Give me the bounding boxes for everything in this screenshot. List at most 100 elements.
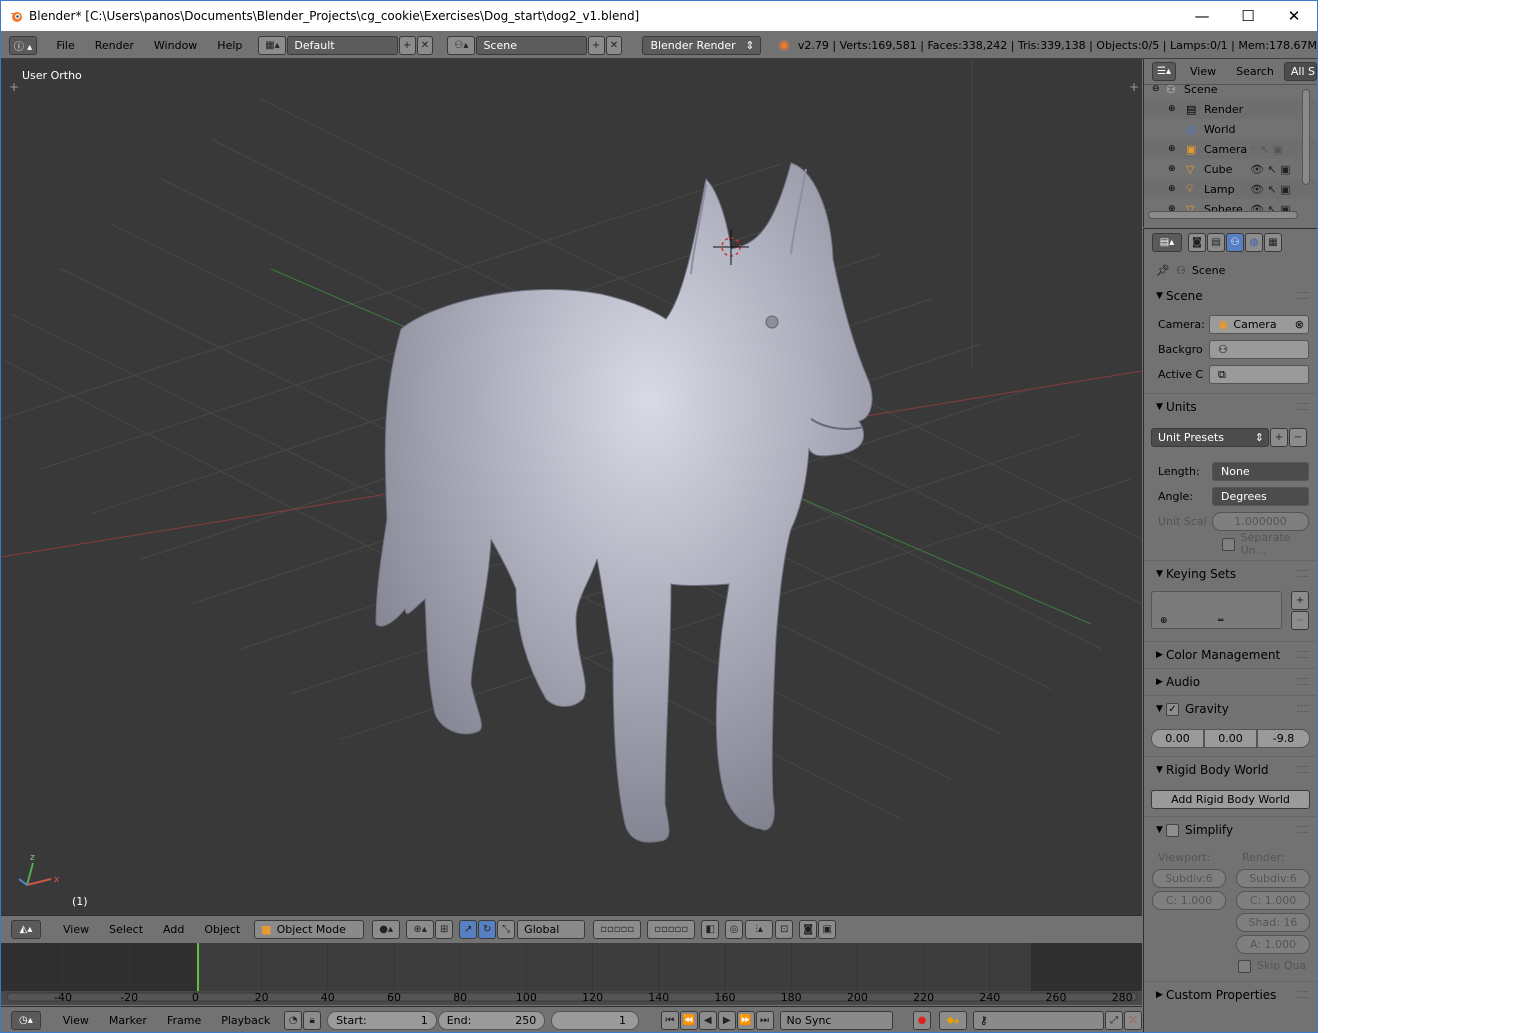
gravity-checkbox[interactable]: ✓ [1166, 702, 1179, 716]
background-field[interactable]: ⚇ [1209, 340, 1309, 359]
add-scene-icon[interactable]: + [587, 35, 605, 55]
panel-grip-icon[interactable] [1297, 826, 1309, 833]
keying-icon[interactable]: ◆▴ [938, 1011, 967, 1030]
play-reverse-icon[interactable]: ◀ [698, 1011, 717, 1030]
panel-custom-properties-header[interactable]: ▶ Custom Properties [1144, 984, 1317, 1006]
panel-keying-sets-header[interactable]: ▼ Keying Sets [1144, 563, 1317, 585]
editor-type-info-icon[interactable]: ⓘ ▴ [9, 35, 38, 55]
sync-mode-dropdown[interactable]: No Sync [779, 1011, 893, 1030]
scene-layers-2-icon[interactable]: ▫▫▫▫▫ [647, 920, 696, 939]
insert-keyframe-icon[interactable]: ⤢ [1105, 1011, 1124, 1030]
proportional-edit-icon[interactable]: ◎ [725, 920, 744, 939]
outliner-row-lamp[interactable]: ⊕ 💡︎ Lamp 👁︎ ↖ ▣ [1144, 179, 1317, 199]
editor-type-3d-icon[interactable]: ◭▴ [11, 920, 41, 939]
start-frame-field[interactable]: Start: 1 [327, 1011, 437, 1030]
unit-scale-field[interactable]: 1.000000 [1212, 512, 1309, 531]
world-tab-icon[interactable]: ◍ [1245, 232, 1263, 252]
separate-units-checkbox[interactable] [1222, 537, 1235, 551]
play-icon[interactable]: ▶ [717, 1011, 736, 1030]
menu-frame[interactable]: Frame [157, 1014, 211, 1027]
resize-handle-icon[interactable]: ⊕ [1160, 616, 1168, 626]
dog-mesh[interactable] [375, 162, 873, 843]
menu-view[interactable]: View [53, 923, 99, 936]
interaction-mode-dropdown[interactable]: ■ Object Mode [254, 920, 365, 939]
panel-units-header[interactable]: ▼ Units [1144, 396, 1317, 418]
panel-grip-icon[interactable] [1297, 766, 1309, 773]
keying-sets-list[interactable]: ⊕ ═ [1151, 591, 1282, 629]
panel-color-management-header[interactable]: ▶ Color Management [1144, 644, 1317, 666]
remove-scene-icon[interactable]: ✕ [605, 35, 623, 55]
gravity-z-field[interactable]: -9.8 [1257, 729, 1310, 748]
outliner-row-scene[interactable]: ⊖ ⚇ Scene [1144, 79, 1317, 99]
length-dropdown[interactable]: None [1212, 462, 1309, 481]
jump-keyframe-forward-icon[interactable]: ⏩ [736, 1011, 755, 1030]
transform-orientation-dropdown[interactable]: Global [517, 920, 586, 939]
visibility-icon[interactable]: 👁︎ ↖ ▣ [1250, 183, 1291, 196]
panel-scene-header[interactable]: ▼ Scene [1144, 285, 1317, 307]
outliner-vertical-scrollbar[interactable] [1302, 89, 1310, 185]
close-button[interactable]: ✕ [1271, 1, 1317, 31]
timeline-editor[interactable]: -40 -20 0 20 40 60 80 100 120 140 160 180 200 220 240 2… [1, 943, 1142, 1005]
outliner-editor[interactable]: ☰▴ View Search All S ⊖ ⚇ Scene ⊕ ▤ Render ◍ W… [1143, 59, 1317, 227]
render-layers-tab-icon[interactable]: ▤ [1207, 232, 1225, 252]
scene-dropdown[interactable]: Scene [476, 35, 587, 55]
menu-marker[interactable]: Marker [99, 1014, 157, 1027]
add-rigid-body-world-button[interactable]: Add Rigid Body World [1151, 790, 1310, 809]
simplify-checkbox[interactable] [1166, 823, 1179, 837]
maximize-button[interactable]: ☐ [1225, 1, 1271, 31]
remove-keying-set-icon[interactable]: − [1291, 611, 1309, 630]
pivot-point-icon[interactable]: ⊕▴ [406, 920, 435, 939]
manipulator-toggle-icon[interactable]: ⊞ [435, 920, 454, 939]
menu-help[interactable]: Help [207, 39, 252, 52]
jump-end-icon[interactable]: ⏭ [755, 1011, 774, 1030]
add-layout-icon[interactable]: + [398, 35, 416, 55]
camera-field[interactable]: ▣ Camera ⊗ [1209, 315, 1309, 334]
gravity-x-field[interactable]: 0.00 [1151, 729, 1204, 748]
render-ao-sss-field[interactable]: A: 1.000 [1236, 935, 1310, 954]
screen-layout-icon[interactable]: ▦▴ [258, 35, 287, 55]
menu-select[interactable]: Select [99, 923, 153, 936]
panel-audio-header[interactable]: ▶ Audio [1144, 671, 1317, 693]
panel-simplify-header[interactable]: ▼ Simplify [1144, 819, 1317, 841]
jump-keyframe-back-icon[interactable]: ⏪ [679, 1011, 698, 1030]
angle-dropdown[interactable]: Degrees [1212, 487, 1309, 506]
panel-gravity-header[interactable]: ▼ ✓ Gravity [1144, 698, 1317, 720]
texture-tab-icon[interactable]: ▦ [1264, 232, 1282, 252]
record-icon[interactable]: ● [912, 1011, 931, 1030]
panel-grip-icon[interactable] [1297, 403, 1309, 410]
scale-manipulator-icon[interactable]: ⤡ [497, 920, 516, 939]
current-frame-field[interactable]: 1 [551, 1011, 639, 1030]
jump-start-icon[interactable]: ⏮ [660, 1011, 679, 1030]
viewport-shading-icon[interactable]: ●▴ [372, 920, 401, 939]
expand-tools-icon[interactable]: + [9, 80, 19, 94]
outliner-menu-search[interactable]: Search [1226, 65, 1284, 78]
snap-element-icon[interactable]: ⫶▴ [745, 920, 774, 939]
scene-layers-icon[interactable]: ▫▫▫▫▫ [593, 920, 642, 939]
3d-viewport[interactable]: + + User Ortho (1) x z [1, 59, 1142, 915]
gravity-y-field[interactable]: 0.00 [1204, 729, 1257, 748]
menu-playback[interactable]: Playback [211, 1014, 280, 1027]
render-animation-icon[interactable]: ▣ [818, 920, 837, 939]
translate-manipulator-icon[interactable]: ↗ [459, 920, 478, 939]
delete-keyframe-icon[interactable]: ⤫ [1124, 1011, 1143, 1030]
lock-range-icon[interactable]: 🔒︎ [303, 1011, 322, 1030]
snap-target-icon[interactable]: ⊡ [775, 920, 794, 939]
viewport-child-particles-field[interactable]: C: 1.000 [1152, 891, 1226, 910]
keying-set-field[interactable]: ⚷ [972, 1011, 1105, 1030]
panel-grip-icon[interactable] [1297, 570, 1309, 577]
skip-quad-checkbox[interactable] [1238, 959, 1251, 973]
panel-grip-icon[interactable] [1297, 651, 1309, 658]
unit-presets-dropdown[interactable]: Unit Presets ⇕ [1151, 428, 1269, 447]
render-shadow-samples-field[interactable]: Shad: 16 [1236, 913, 1310, 932]
panel-grip-icon[interactable] [1297, 292, 1309, 299]
add-keying-set-icon[interactable]: + [1291, 591, 1309, 610]
clear-camera-icon[interactable]: ⊗ [1295, 318, 1304, 331]
menu-file[interactable]: File [46, 39, 84, 52]
panel-grip-icon[interactable] [1297, 678, 1309, 685]
editor-type-timeline-icon[interactable]: ◷▴ [11, 1011, 41, 1030]
render-subdiv-field[interactable]: Subdiv:6 [1236, 869, 1310, 888]
add-preset-icon[interactable]: + [1270, 428, 1288, 447]
panel-grip-icon[interactable] [1297, 991, 1309, 998]
visibility-icon[interactable]: 👁︎ ↖ ▣ [1250, 163, 1291, 176]
outliner-row-render[interactable]: ⊕ ▤ Render [1144, 99, 1317, 119]
